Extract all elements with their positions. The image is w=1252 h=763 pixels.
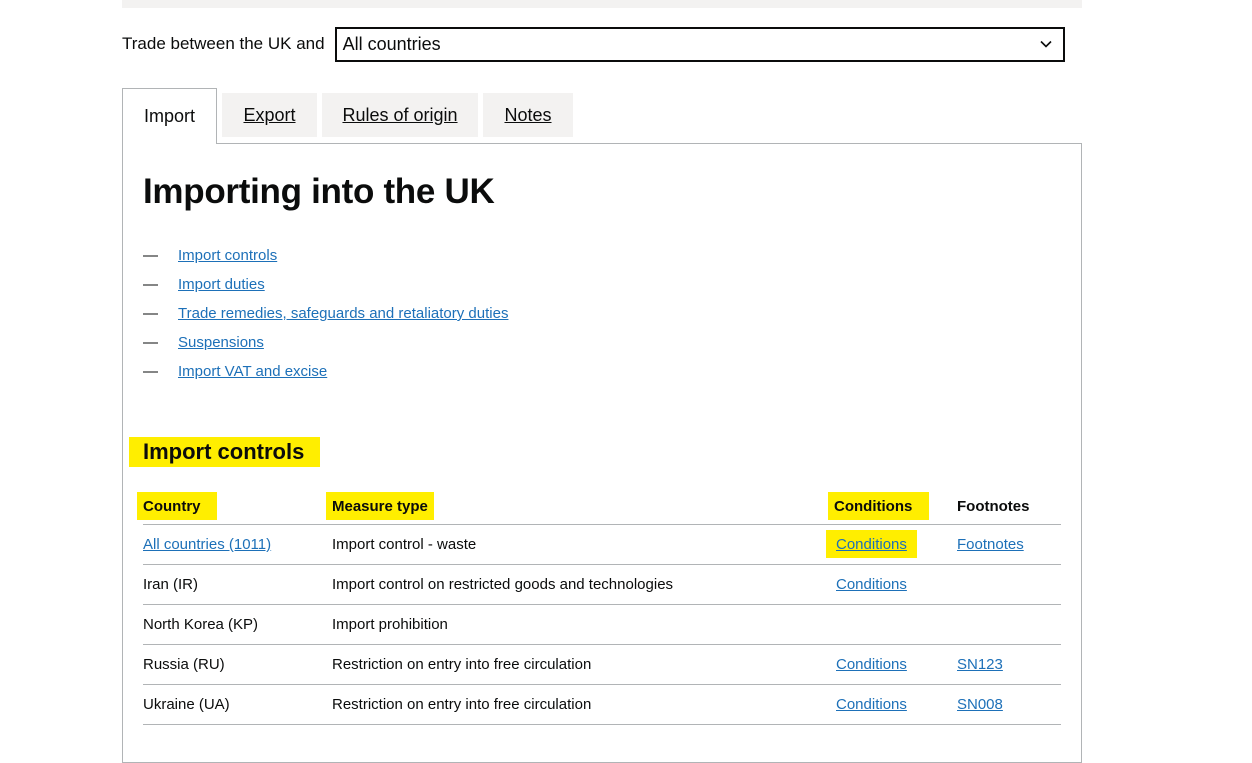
table-row: Ukraine (UA) Restriction on entry into f… xyxy=(143,685,1061,725)
measure-type: Restriction on entry into free circulati… xyxy=(332,656,592,673)
tab-notes[interactable]: Notes xyxy=(483,93,573,137)
dash: — xyxy=(143,247,158,264)
contents-item: — Import duties xyxy=(143,270,508,299)
column-header-country: Country xyxy=(137,492,217,520)
table-row: Russia (RU) Restriction on entry into fr… xyxy=(143,645,1061,685)
column-header-measure-type: Measure type xyxy=(326,492,434,520)
measure-type: Import control on restricted goods and t… xyxy=(332,576,674,593)
tab-export[interactable]: Export xyxy=(222,93,317,137)
conditions-link[interactable]: Conditions xyxy=(836,565,907,604)
top-panel-edge xyxy=(122,0,1082,8)
conditions-link[interactable]: Conditions xyxy=(836,645,907,684)
dash: — xyxy=(143,363,158,380)
country-select[interactable]: All countries xyxy=(334,26,1065,62)
footnotes-link[interactable]: Footnotes xyxy=(957,525,1024,564)
import-controls-heading: Import controls xyxy=(129,437,320,467)
contents-item: — Import VAT and excise xyxy=(143,357,508,386)
country: Russia (RU) xyxy=(143,656,225,673)
country: Iran (IR) xyxy=(143,576,199,593)
trade-filter: Trade between the UK and All countries xyxy=(122,24,1065,64)
measure-type: Restriction on entry into free circulati… xyxy=(332,696,592,713)
conditions-link[interactable]: Conditions xyxy=(836,685,907,724)
trade-label: Trade between the UK and xyxy=(122,34,325,53)
country: North Korea (KP) xyxy=(143,616,259,633)
page-title: Importing into the UK xyxy=(143,172,495,211)
contents-link-import-controls[interactable]: Import controls xyxy=(178,247,277,264)
column-header-footnotes: Footnotes xyxy=(957,497,1030,515)
footnote-link-sn123[interactable]: SN123 xyxy=(957,645,1003,684)
table-header: Country Measure type Conditions Footnote… xyxy=(137,488,1061,525)
country-link[interactable]: All countries (1011) xyxy=(143,525,271,564)
contents-link-import-vat[interactable]: Import VAT and excise xyxy=(178,363,327,380)
table-row: All countries (1011) Import control - wa… xyxy=(143,525,1061,565)
column-header-conditions: Conditions xyxy=(828,492,929,520)
contents-list: — Import controls — Import duties — Trad… xyxy=(143,241,508,386)
table-row: Iran (IR) Import control on restricted g… xyxy=(143,565,1061,605)
import-controls-table: Country Measure type Conditions Footnote… xyxy=(137,488,1061,725)
dash: — xyxy=(143,334,158,351)
contents-link-suspensions[interactable]: Suspensions xyxy=(178,334,264,351)
tab-rules-of-origin[interactable]: Rules of origin xyxy=(322,93,478,137)
contents-item: — Suspensions xyxy=(143,328,508,357)
measure-type: Import control - waste xyxy=(332,536,477,553)
contents-link-trade-remedies[interactable]: Trade remedies, safeguards and retaliato… xyxy=(178,305,508,322)
dash: — xyxy=(143,305,158,322)
tab-import[interactable]: Import xyxy=(122,88,217,144)
footnote-link-sn008[interactable]: SN008 xyxy=(957,685,1003,724)
country: Ukraine (UA) xyxy=(143,696,230,713)
contents-link-import-duties[interactable]: Import duties xyxy=(178,276,265,293)
country-select-value: All countries xyxy=(342,33,441,54)
measure-type: Import prohibition xyxy=(332,616,448,633)
dash: — xyxy=(143,276,158,293)
chevron-down-icon xyxy=(1039,40,1052,48)
table-row: North Korea (KP) Import prohibition xyxy=(143,605,1061,645)
conditions-link[interactable]: Conditions xyxy=(826,530,917,558)
contents-item: — Import controls xyxy=(143,241,508,270)
contents-item: — Trade remedies, safeguards and retalia… xyxy=(143,299,508,328)
